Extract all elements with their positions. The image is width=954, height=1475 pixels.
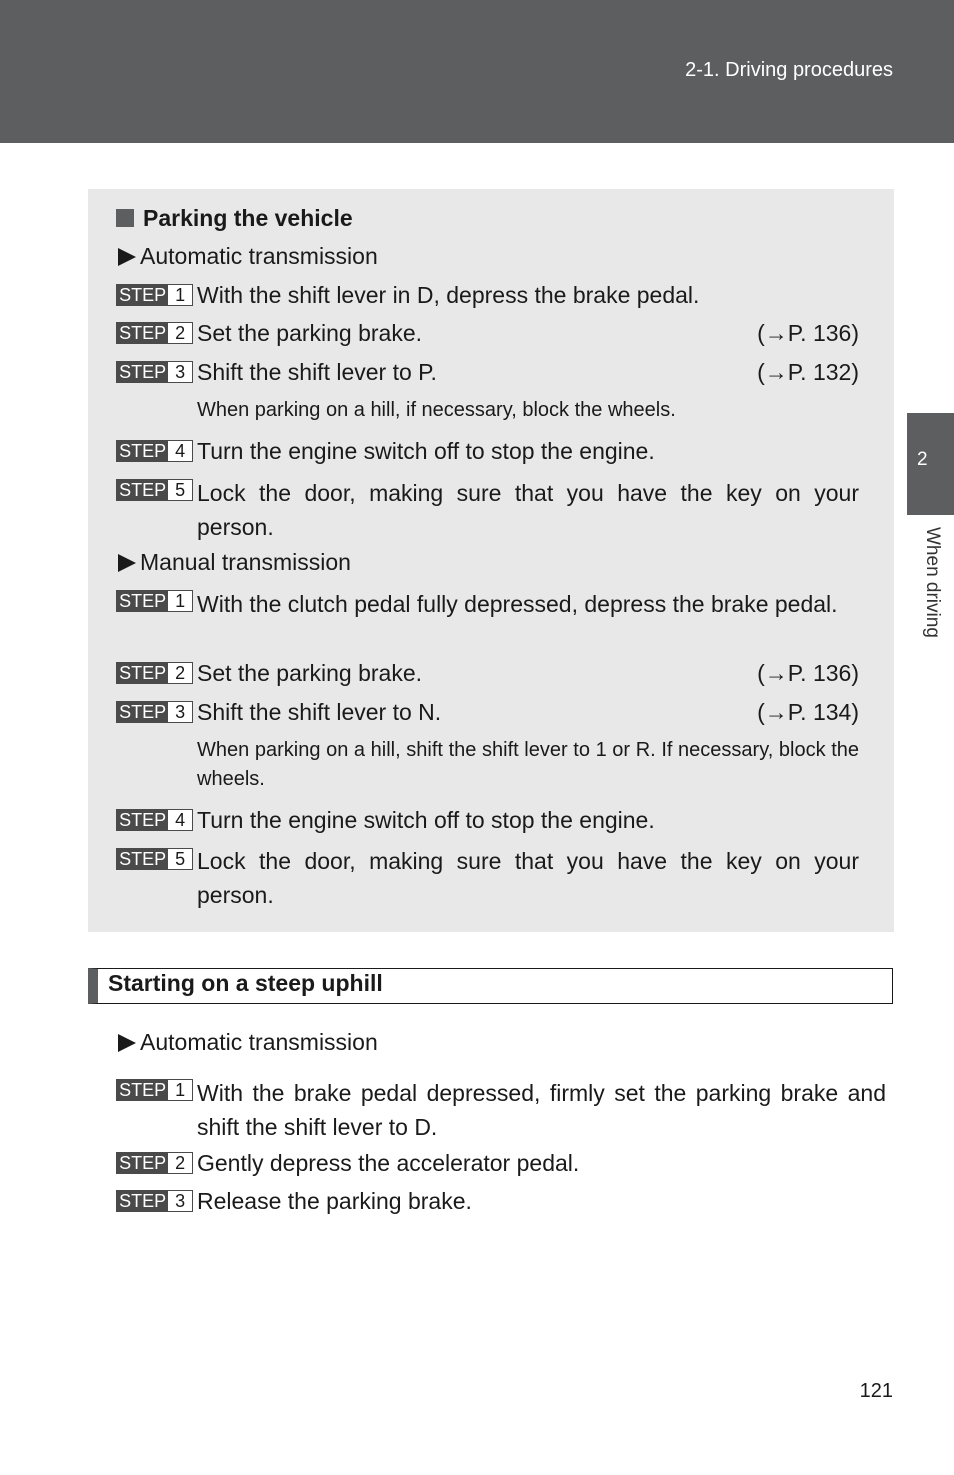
step-number: 1: [168, 285, 192, 305]
step-word: STEP: [117, 1153, 169, 1173]
parking-manual-label-text: Manual transmission: [140, 549, 351, 575]
step-number: 2: [168, 323, 192, 343]
step-note: When parking on a hill, if necessary, bl…: [197, 399, 676, 421]
step-badge: STEP 1: [116, 590, 193, 612]
step-number: 2: [168, 663, 192, 683]
step-number: 4: [168, 441, 192, 461]
step-text: Turn the engine switch off to stop the e…: [197, 438, 655, 464]
step-badge: STEP 2: [116, 1152, 193, 1174]
step-badge: STEP 2: [116, 322, 193, 344]
step-text: With the brake pedal depressed, firmly s…: [197, 1080, 886, 1140]
step-badge: STEP 2: [116, 662, 193, 684]
step-text: Lock the door, making sure that you have…: [197, 480, 859, 540]
step-number: 3: [168, 362, 192, 382]
step-text: Shift the shift lever to N.: [197, 699, 442, 725]
step-word: STEP: [117, 323, 169, 343]
step-word: STEP: [117, 702, 169, 722]
step-text: Set the parking brake.: [197, 660, 423, 686]
step-word: STEP: [117, 285, 169, 305]
step-word: STEP: [117, 362, 169, 382]
uphill-automatic-label: Automatic transmission: [118, 1028, 378, 1056]
section-heading: 2-1. Driving procedures: [685, 59, 893, 81]
step-text: Set the parking brake.: [197, 320, 423, 346]
step-number: 2: [168, 1153, 192, 1173]
step-number: 4: [168, 810, 192, 830]
step-number: 1: [168, 591, 192, 611]
chapter-title: When driving: [922, 527, 943, 638]
step-word: STEP: [117, 663, 169, 683]
uphill-section-title: Starting on a steep uphill: [108, 970, 383, 996]
chapter-tab: 2: [907, 413, 954, 515]
page-reference: (→P. 136): [757, 320, 859, 346]
page-reference: (→P. 132): [757, 359, 859, 385]
triangle-bullet-icon: [118, 248, 136, 266]
triangle-bullet-icon: [118, 1034, 136, 1052]
step-number: 3: [168, 1191, 192, 1211]
step-number: 5: [168, 849, 192, 869]
step-word: STEP: [117, 810, 169, 830]
uphill-automatic-label-text: Automatic transmission: [140, 1029, 378, 1055]
step-word: STEP: [117, 1080, 169, 1100]
step-badge: STEP 5: [116, 479, 193, 501]
step-text: Release the parking brake.: [197, 1188, 472, 1214]
step-word: STEP: [117, 480, 169, 500]
step-badge: STEP 5: [116, 848, 193, 870]
step-badge: STEP 1: [116, 284, 193, 306]
step-note: When parking on a hill, shift the shift …: [197, 739, 859, 790]
step-word: STEP: [117, 591, 169, 611]
step-number: 1: [168, 1080, 192, 1100]
parking-heading: Parking the vehicle: [116, 204, 353, 232]
parking-heading-text: Parking the vehicle: [143, 205, 353, 231]
step-badge: STEP 3: [116, 361, 193, 383]
header-band: 2-1. Driving procedures: [0, 0, 954, 143]
step-text: With the clutch pedal fully depressed, d…: [197, 591, 838, 617]
page-reference: (→P. 136): [757, 660, 859, 686]
step-text: Turn the engine switch off to stop the e…: [197, 807, 655, 833]
step-text: Lock the door, making sure that you have…: [197, 848, 859, 908]
square-bullet-icon: [116, 209, 134, 227]
chapter-number: 2: [917, 449, 928, 470]
uphill-section-bar: Starting on a steep uphill: [88, 968, 893, 1004]
parking-automatic-label-text: Automatic transmission: [140, 243, 378, 269]
step-badge: STEP 4: [116, 440, 193, 462]
triangle-bullet-icon: [118, 554, 136, 572]
step-number: 5: [168, 480, 192, 500]
step-word: STEP: [117, 441, 169, 461]
page-number: 121: [859, 1380, 893, 1402]
step-word: STEP: [117, 1191, 169, 1211]
step-badge: STEP 3: [116, 1190, 193, 1212]
parking-automatic-label: Automatic transmission: [118, 242, 378, 270]
parking-manual-label: Manual transmission: [118, 548, 351, 576]
step-badge: STEP 4: [116, 809, 193, 831]
step-text: With the shift lever in D, depress the b…: [197, 282, 700, 308]
step-badge: STEP 1: [116, 1079, 193, 1101]
step-word: STEP: [117, 849, 169, 869]
page-reference: (→P. 134): [757, 699, 859, 725]
step-number: 3: [168, 702, 192, 722]
step-badge: STEP 3: [116, 701, 193, 723]
step-text: Gently depress the accelerator pedal.: [197, 1150, 580, 1176]
step-text: Shift the shift lever to P.: [197, 359, 437, 385]
